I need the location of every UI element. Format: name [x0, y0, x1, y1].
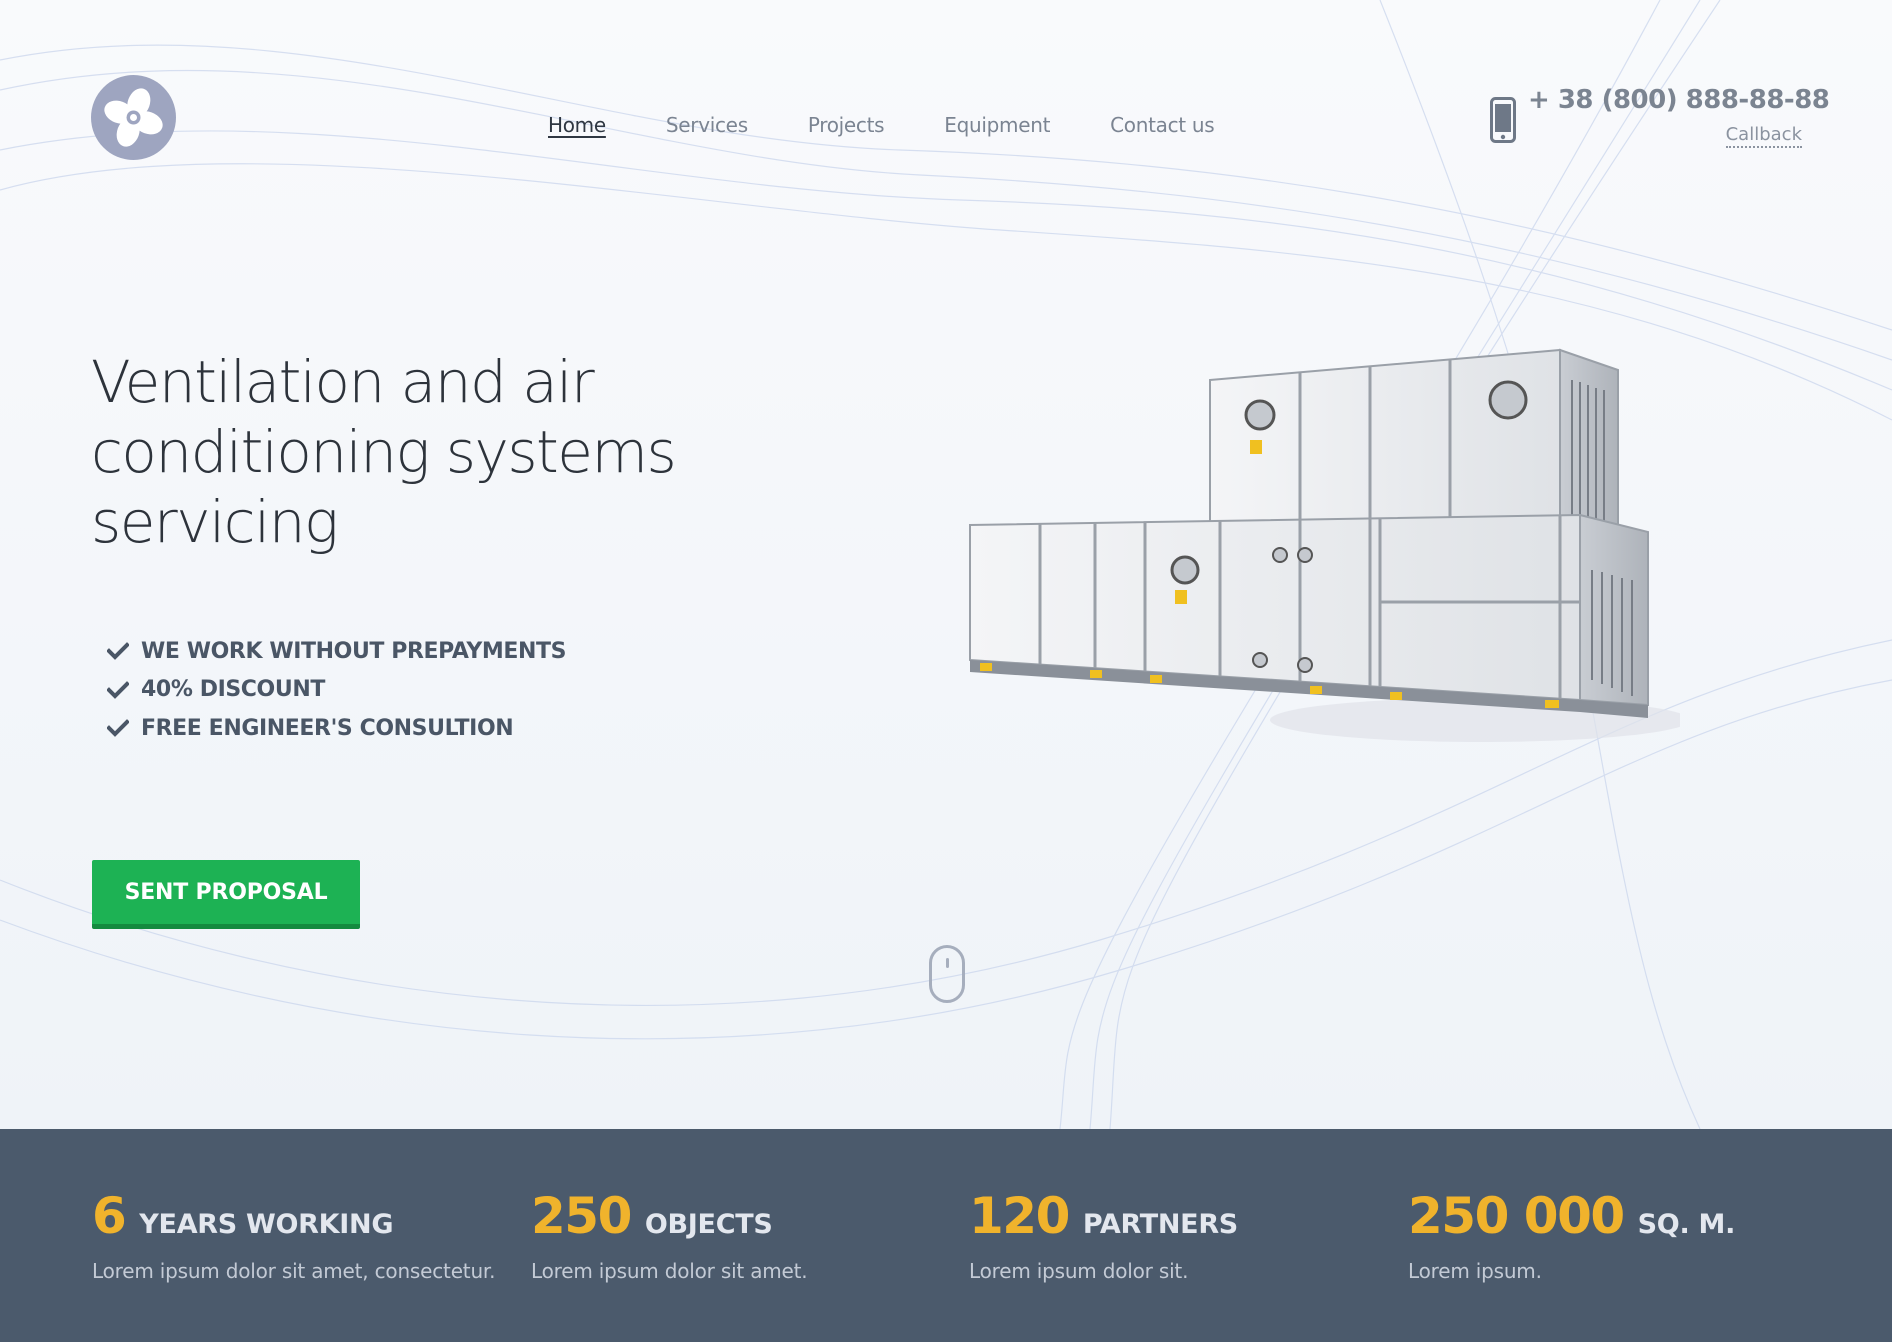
nav-item-home[interactable]: Home — [548, 113, 606, 137]
benefit-item: 40% DISCOUNT — [107, 671, 566, 710]
stat-square-meters: 250 000 SQ. M. Lorem ipsum. — [1408, 1191, 1735, 1283]
stat-label: PARTNERS — [1082, 1209, 1238, 1240]
phone-number[interactable]: + 38 (800) 888-88-88 — [1528, 85, 1830, 115]
stat-number: 250 000 — [1408, 1187, 1625, 1245]
hero-section: Home Services Projects Equipment Contact… — [0, 0, 1892, 1129]
callback-link[interactable]: Callback — [1725, 124, 1802, 148]
stat-number: 6 — [92, 1187, 127, 1245]
stat-partners: 120 PARTNERS Lorem ipsum dolor sit. — [969, 1191, 1238, 1283]
nav-item-equipment[interactable]: Equipment — [944, 113, 1050, 137]
air-handling-unit-image — [969, 348, 1680, 742]
benefit-label: WE WORK WITHOUT PREPAYMENTS — [141, 638, 567, 664]
benefit-item: FREE ENGINEER'S CONSULTION — [107, 709, 566, 748]
stat-years-working: 6 YEARS WORKING Lorem ipsum dolor sit am… — [92, 1191, 495, 1283]
nav-item-projects[interactable]: Projects — [808, 113, 885, 137]
benefit-label: FREE ENGINEER'S CONSULTION — [141, 715, 514, 741]
nav-item-services[interactable]: Services — [666, 113, 748, 137]
main-nav: Home Services Projects Equipment Contact… — [548, 113, 1274, 137]
nav-item-contact-us[interactable]: Contact us — [1110, 113, 1215, 137]
stat-label: OBJECTS — [644, 1209, 773, 1240]
hero-headline: Ventilation and air conditioning systems… — [91, 348, 677, 556]
check-icon — [107, 642, 129, 661]
benefits-list: WE WORK WITHOUT PREPAYMENTS 40% DISCOUNT… — [107, 632, 567, 748]
check-icon — [107, 680, 129, 699]
sent-proposal-button[interactable]: SENT PROPOSAL — [92, 860, 360, 929]
stat-head: 6 YEARS WORKING — [92, 1191, 495, 1241]
check-icon — [107, 719, 129, 738]
benefit-item: WE WORK WITHOUT PREPAYMENTS — [107, 632, 567, 671]
stat-head: 250 000 SQ. M. — [1408, 1191, 1735, 1241]
stat-label: YEARS WORKING — [139, 1209, 394, 1240]
stat-description: Lorem ipsum dolor sit amet. — [531, 1259, 808, 1283]
logo[interactable] — [91, 75, 176, 160]
stat-number: 250 — [531, 1187, 632, 1245]
stat-label: SQ. M. — [1637, 1209, 1736, 1240]
stat-number: 120 — [969, 1187, 1070, 1245]
mobile-phone-icon — [1490, 97, 1516, 143]
stat-objects: 250 OBJECTS Lorem ipsum dolor sit amet. — [531, 1191, 808, 1283]
stat-description: Lorem ipsum dolor sit amet, consectetur. — [92, 1259, 496, 1283]
stats-section: 6 YEARS WORKING Lorem ipsum dolor sit am… — [0, 1129, 1892, 1342]
fan-icon — [104, 88, 163, 147]
stat-head: 120 PARTNERS — [969, 1191, 1238, 1241]
mouse-scroll-icon[interactable] — [929, 945, 965, 1003]
stat-description: Lorem ipsum dolor sit. — [969, 1259, 1189, 1283]
stat-description: Lorem ipsum. — [1408, 1259, 1542, 1283]
stat-head: 250 OBJECTS — [531, 1191, 807, 1241]
benefit-label: 40% DISCOUNT — [141, 677, 325, 703]
scroll-wheel — [946, 958, 949, 968]
